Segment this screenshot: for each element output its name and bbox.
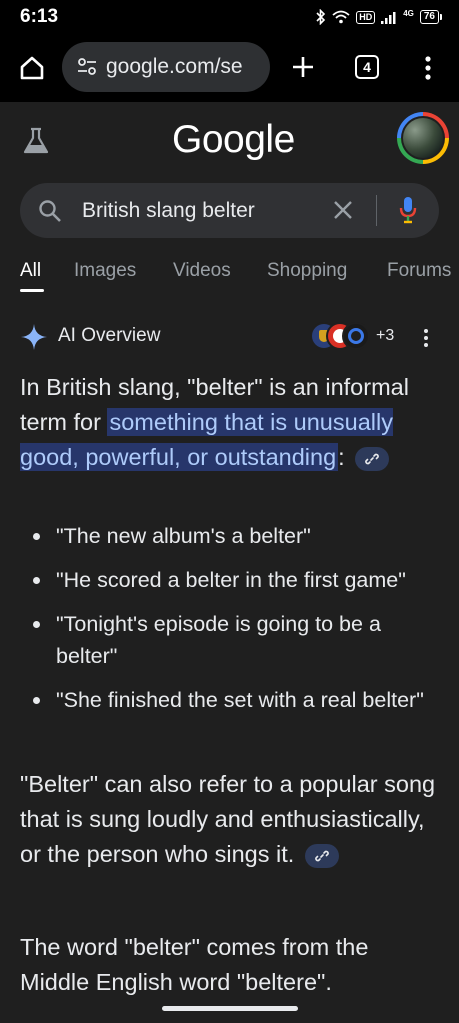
- sources-more-count[interactable]: +3: [376, 327, 394, 345]
- ai-overview-intro: In British slang, "belter" is an informa…: [20, 370, 440, 475]
- status-time: 6:13: [20, 6, 59, 27]
- link-icon: [315, 850, 329, 862]
- search-divider: [376, 195, 377, 226]
- tabs-icon[interactable]: 4: [355, 55, 379, 79]
- source-favicons[interactable]: [310, 322, 370, 350]
- mic-icon[interactable]: [398, 195, 418, 225]
- intro-colon: :: [338, 444, 345, 470]
- tab-count: 4: [363, 59, 371, 75]
- network-type: 4G: [403, 8, 414, 18]
- more-vert-icon[interactable]: [416, 54, 440, 82]
- status-bar: 6:13 HD 4G 76: [0, 0, 459, 34]
- tab-all[interactable]: All: [20, 260, 41, 282]
- tab-shopping[interactable]: Shopping: [267, 260, 347, 282]
- flask-icon[interactable]: [22, 126, 50, 156]
- gesture-bar[interactable]: [162, 1006, 298, 1011]
- source-link-chip[interactable]: [304, 843, 339, 868]
- avatar-image: [403, 118, 443, 158]
- url-text: google.com/se: [106, 55, 243, 78]
- list-item: "Tonight's episode is going to be a belt…: [30, 608, 445, 672]
- signal-icon: [381, 11, 396, 24]
- tab-videos[interactable]: Videos: [173, 260, 231, 282]
- tab-forums[interactable]: Forums: [387, 260, 451, 282]
- search-bar[interactable]: British slang belter: [20, 183, 439, 238]
- ai-overview-title: AI Overview: [58, 325, 161, 346]
- bluetooth-icon: [316, 9, 326, 25]
- list-item: "She finished the set with a real belter…: [30, 684, 445, 716]
- source-favicon[interactable]: [342, 322, 370, 350]
- address-bar[interactable]: google.com/se: [62, 42, 270, 92]
- list-item: "The new album's a belter": [30, 520, 445, 552]
- wifi-icon: [332, 10, 350, 24]
- search-icon: [39, 200, 61, 222]
- search-tabs: All Images Videos Shopping Forums: [20, 260, 459, 292]
- active-tab-indicator: [20, 289, 44, 292]
- close-icon[interactable]: [332, 199, 354, 221]
- sparkle-icon: [21, 324, 47, 350]
- battery-icon: 76: [419, 10, 443, 24]
- link-icon: [365, 453, 380, 465]
- search-input[interactable]: British slang belter: [82, 199, 255, 223]
- ai-overview-para2: "Belter" can also refer to a popular son…: [20, 767, 440, 872]
- hd-badge: HD: [356, 10, 376, 24]
- examples-list: "The new album's a belter" "He scored a …: [30, 520, 445, 728]
- tab-images[interactable]: Images: [74, 260, 136, 282]
- tune-icon[interactable]: [76, 56, 98, 78]
- plus-icon[interactable]: [290, 54, 316, 80]
- browser-toolbar: google.com/se 4: [0, 34, 459, 102]
- home-icon[interactable]: [18, 54, 46, 82]
- more-vert-icon[interactable]: [422, 327, 430, 349]
- source-link-chip[interactable]: [355, 446, 390, 471]
- para2-text: "Belter" can also refer to a popular son…: [20, 771, 436, 867]
- google-logo[interactable]: Google: [172, 118, 295, 162]
- avatar[interactable]: [397, 112, 449, 164]
- status-icons: HD 4G 76: [316, 8, 443, 25]
- ai-overview-para3: The word "belter" comes from the Middle …: [20, 934, 369, 995]
- list-item: "He scored a belter in the first game": [30, 564, 445, 596]
